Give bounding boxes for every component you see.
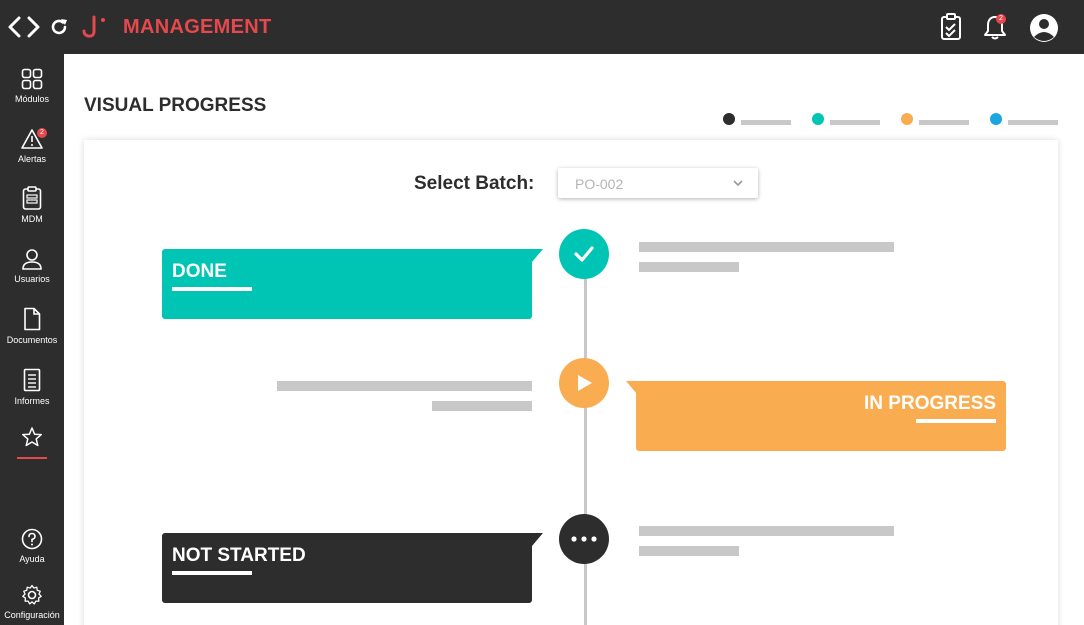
play-icon [578, 375, 592, 391]
chevron-down-icon [733, 180, 743, 187]
status-title: IN PROGRESS [864, 393, 996, 414]
code-icon[interactable] [8, 15, 40, 39]
user-icon [22, 249, 42, 270]
text-placeholder [639, 526, 894, 536]
document-icon [24, 307, 41, 331]
status-underline [172, 571, 252, 575]
legend-placeholder [919, 120, 969, 125]
sidebar-item-label: Usuarios [14, 274, 50, 284]
node-done[interactable] [559, 229, 609, 279]
sidebar-item-documentos[interactable]: Documentos [0, 307, 64, 363]
sidebar-item-label: Alertas [17, 154, 46, 164]
text-placeholder [639, 546, 739, 556]
sidebar-item-favorites[interactable] [0, 426, 64, 482]
top-bar: MANAGEMENT 2 [0, 0, 1084, 54]
user-avatar-icon[interactable] [1029, 13, 1059, 43]
node-not-started[interactable] [559, 514, 609, 564]
sidebar-item-alertas[interactable]: 2 Alertas [0, 128, 64, 184]
status-card-in-progress: IN PROGRESS [636, 381, 1006, 451]
active-indicator [17, 457, 47, 459]
status-title: DONE [172, 261, 227, 282]
legend-dot [901, 113, 913, 125]
star-icon [21, 427, 43, 447]
status-title: NOT STARTED [172, 545, 306, 566]
gear-icon [22, 584, 42, 605]
status-underline [916, 419, 996, 423]
more-dots-icon [571, 536, 597, 542]
clipboard-list-icon [22, 186, 42, 210]
legend-dot [812, 113, 824, 125]
notification-badge: 2 [996, 14, 1006, 24]
node-in-progress[interactable] [559, 358, 609, 408]
sidebar-item-modulos[interactable]: Módulos [0, 68, 64, 124]
batch-select-value: PO-002 [575, 176, 624, 192]
text-placeholder [432, 401, 532, 411]
sidebar-item-label: Documentos [6, 335, 58, 345]
sidebar-item-configuracion[interactable]: Configuración [0, 584, 64, 625]
legend-placeholder [741, 120, 791, 125]
batch-select[interactable]: PO-002 [558, 168, 758, 198]
help-icon [21, 528, 43, 550]
status-card-not-started: NOT STARTED [162, 533, 532, 603]
text-placeholder [277, 381, 532, 391]
text-placeholder [639, 242, 894, 252]
callout-pointer [528, 249, 543, 262]
status-card-done: DONE [162, 249, 532, 319]
sidebar-item-usuarios[interactable]: Usuarios [0, 248, 64, 304]
sidebar-item-informes[interactable]: Informes [0, 368, 64, 424]
sidebar-item-mdm[interactable]: MDM [0, 186, 64, 242]
app-title: MANAGEMENT [123, 16, 272, 38]
sidebar-item-label: Configuración [4, 610, 60, 620]
alert-badge: 2 [37, 128, 47, 138]
sidebar-item-label: Módulos [14, 94, 50, 104]
sidebar-item-label: MDM [21, 214, 43, 224]
sidebar-item-ayuda[interactable]: Ayuda [0, 528, 64, 584]
callout-pointer [528, 533, 543, 546]
sidebar: Módulos 2 Alertas MDM Usuarios Documento… [0, 54, 64, 625]
timeline-line [584, 254, 587, 625]
checkmark-icon [574, 246, 594, 262]
text-placeholder [639, 262, 739, 272]
status-underline [172, 287, 252, 291]
legend-placeholder [830, 120, 880, 125]
grid-icon [21, 68, 43, 90]
legend-dot [990, 113, 1002, 125]
refresh-icon[interactable] [49, 17, 69, 37]
brand-logo-icon[interactable] [82, 14, 108, 40]
legend-dot [723, 113, 735, 125]
report-icon [23, 368, 41, 392]
batch-label: Select Batch: [414, 173, 535, 194]
page-title: VISUAL PROGRESS [84, 95, 267, 116]
clipboard-check-icon[interactable] [940, 13, 962, 41]
sidebar-item-label: Informes [14, 396, 50, 406]
legend-placeholder [1008, 120, 1058, 125]
sidebar-item-label: Ayuda [19, 554, 45, 564]
